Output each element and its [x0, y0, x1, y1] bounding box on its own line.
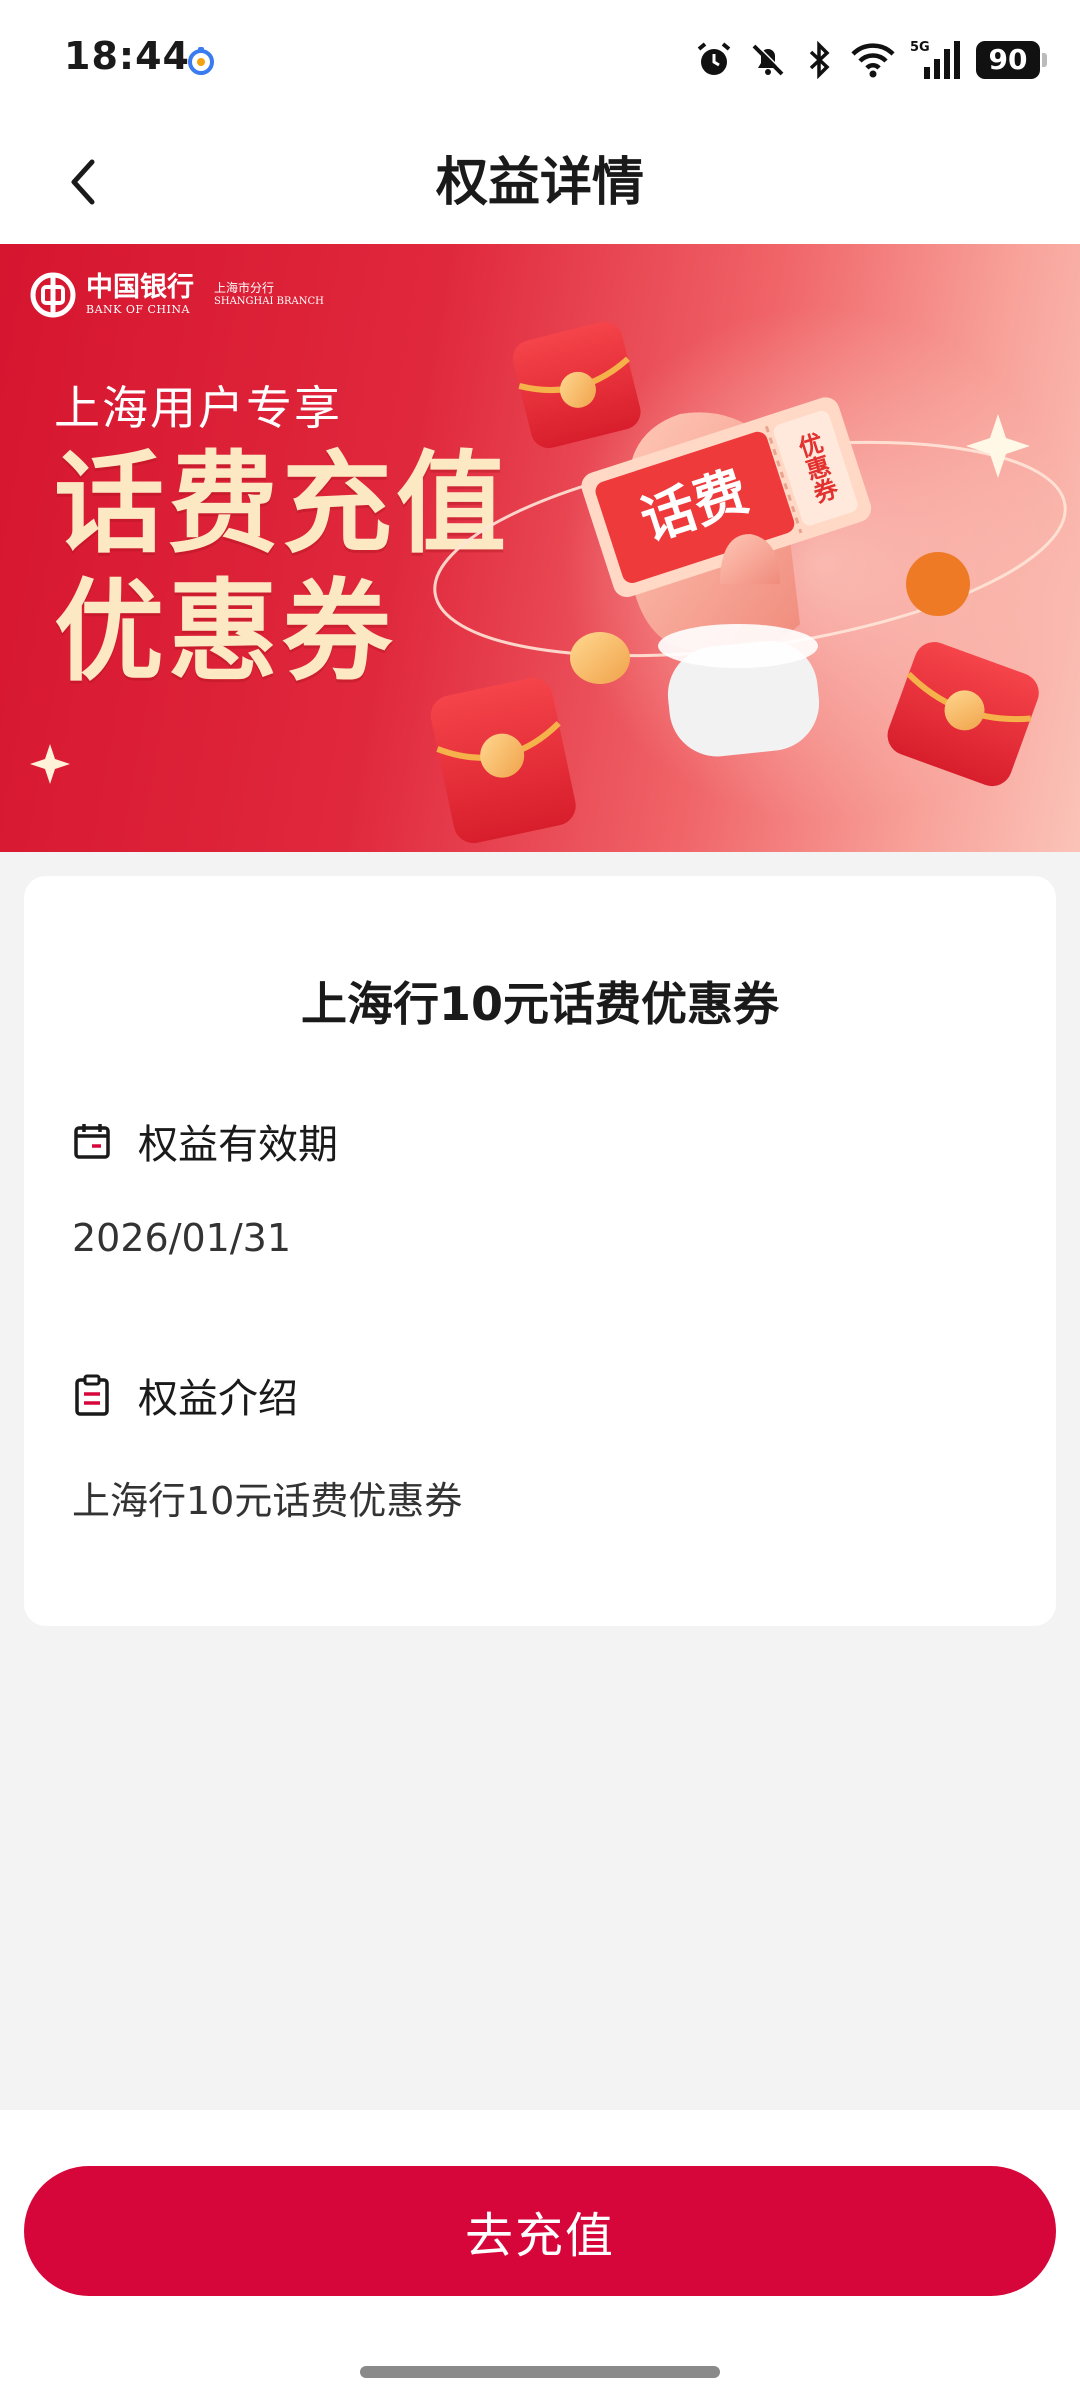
bank-name-en: BANK OF CHINA	[86, 303, 190, 316]
promo-banner: 中国银行 BANK OF CHINA 上海市分行 SHANGHAI BRANCH…	[0, 244, 1080, 852]
branch-name: 上海市分行	[214, 281, 275, 295]
validity-value: 2026/01/31	[72, 1216, 292, 1260]
bank-name: 中国银行	[86, 272, 194, 303]
red-envelope-top	[512, 321, 641, 449]
intro-label: 权益介绍	[138, 1376, 298, 1422]
coupon-title: 上海行10元话费优惠券	[300, 977, 779, 1031]
sparkle-left	[30, 744, 70, 784]
clipboard-icon	[75, 1374, 109, 1416]
network-label: 5G	[910, 40, 930, 55]
benefit-info-card: 上海行10元话费优惠券 权益有效期 2026/01/31 权益介绍 上海行10元…	[24, 876, 1056, 1626]
cellular-5g-icon: 5G	[910, 40, 960, 79]
back-button[interactable]	[44, 142, 124, 222]
app-notification-icon	[188, 47, 214, 75]
intro-section-header: 权益介绍	[72, 1366, 298, 1424]
wifi-icon	[851, 43, 895, 78]
red-envelope-left	[430, 678, 576, 844]
validity-section-header: 权益有效期	[72, 1112, 338, 1170]
recharge-button[interactable]: 去充值	[24, 2166, 1056, 2296]
status-icons: 5G 90	[694, 36, 1047, 84]
nav-bar: 权益详情	[0, 122, 1080, 244]
coin-right	[906, 552, 970, 616]
bank-of-china-logo-icon	[30, 272, 76, 318]
bluetooth-icon	[809, 40, 830, 80]
status-time: 18:44	[64, 34, 190, 78]
red-envelope-right	[887, 642, 1039, 787]
home-indicator[interactable]	[360, 2366, 720, 2378]
coupon-illustration: 话费 优惠券	[430, 321, 1067, 844]
validity-label: 权益有效期	[138, 1122, 338, 1168]
banner-headline-line2: 优惠券	[54, 568, 396, 696]
bank-logo: 中国银行 BANK OF CHINA 上海市分行 SHANGHAI BRANCH	[30, 272, 324, 318]
bell-muted-icon	[752, 43, 785, 76]
alarm-icon	[697, 42, 731, 75]
battery-indicator: 90	[976, 41, 1047, 79]
sparkle-right	[966, 414, 1030, 478]
calendar-icon	[74, 1124, 110, 1159]
branch-name-en: SHANGHAI BRANCH	[214, 296, 324, 307]
status-bar: 18:44 5G 90	[0, 0, 1080, 122]
intro-value: 上海行10元话费优惠券	[72, 1479, 463, 1523]
chevron-left-icon	[71, 159, 95, 205]
banner-subtitle: 上海用户专享	[54, 381, 342, 435]
page-title: 权益详情	[435, 153, 644, 213]
coin-left	[570, 632, 630, 684]
